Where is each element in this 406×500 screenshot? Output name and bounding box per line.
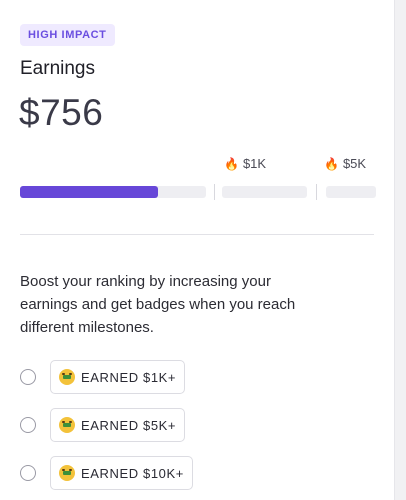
milestone-tick-5k bbox=[316, 184, 317, 200]
badge-radio-10k[interactable] bbox=[20, 465, 36, 481]
milestone-1k: 🔥 $1K bbox=[224, 156, 266, 171]
money-face-icon bbox=[59, 465, 75, 481]
milestone-1k-label: $1K bbox=[242, 156, 267, 171]
badge-label: EARNED $10K+ bbox=[81, 465, 184, 481]
earnings-title: Earnings bbox=[20, 58, 95, 79]
badge-row-5k: EARNED $5K+ bbox=[20, 408, 186, 442]
milestone-5k: 🔥 $5K bbox=[324, 156, 366, 171]
description-text: Boost your ranking by increasing your ea… bbox=[20, 273, 296, 336]
money-face-icon bbox=[59, 369, 75, 385]
milestone-5k-label: $5K bbox=[342, 156, 367, 171]
progress-segment-3 bbox=[326, 186, 376, 198]
earnings-amount: $756 bbox=[19, 92, 104, 133]
high-impact-badge: HIGH IMPACT bbox=[20, 24, 115, 46]
progress-segment-1 bbox=[20, 186, 206, 198]
earnings-card: HIGH IMPACT Earnings $756 🔥 $1K 🔥 $5K Bo… bbox=[0, 0, 392, 500]
badge-radio-1k[interactable] bbox=[20, 369, 36, 385]
earned-5k-badge[interactable]: EARNED $5K+ bbox=[50, 408, 186, 442]
scroll-gutter bbox=[394, 0, 406, 500]
badge-row-10k: EARNED $10K+ bbox=[20, 456, 193, 490]
progress-segment-2 bbox=[222, 186, 307, 198]
divider bbox=[20, 234, 374, 235]
milestone-tick-1k bbox=[214, 184, 215, 200]
earned-10k-badge[interactable]: EARNED $10K+ bbox=[50, 456, 193, 490]
badge-label: EARNED $1K+ bbox=[81, 369, 177, 385]
fire-icon: 🔥 bbox=[224, 156, 239, 171]
earned-1k-badge[interactable]: EARNED $1K+ bbox=[50, 360, 186, 394]
progress-fill bbox=[20, 186, 158, 198]
badge-radio-5k[interactable] bbox=[20, 417, 36, 433]
money-face-icon bbox=[59, 417, 75, 433]
badge-label: EARNED $5K+ bbox=[81, 417, 177, 433]
badge-row-1k: EARNED $1K+ bbox=[20, 360, 186, 394]
fire-icon: 🔥 bbox=[324, 156, 339, 171]
